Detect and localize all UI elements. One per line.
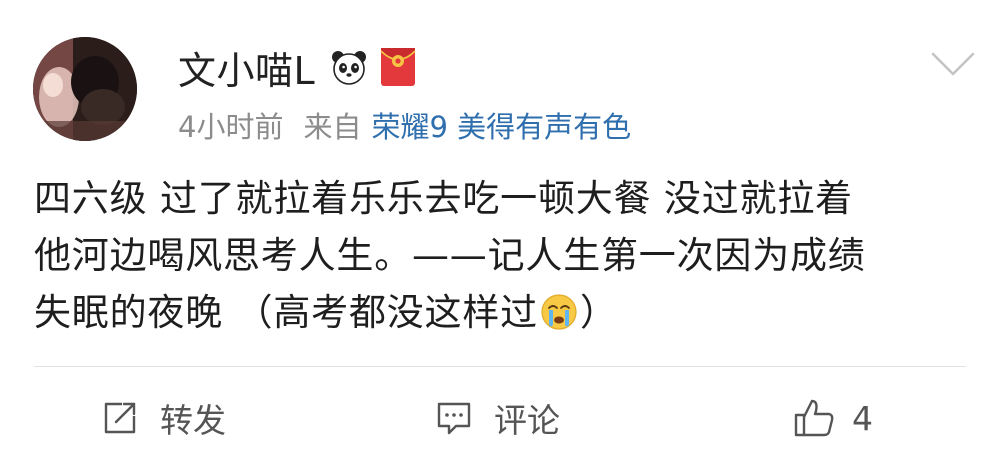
weibo-post: 文小喵L 4小时前 来自 荣耀9 美得有声有色 四六级 过了就拉着乐乐去吃一顿大… xyxy=(0,0,1000,459)
repost-button[interactable]: 转发 xyxy=(100,385,226,451)
thumbs-up-icon xyxy=(794,399,834,437)
post-content-line: 失眠的夜晚 （高考都没这样过 ） xyxy=(34,284,974,341)
username-row: 文小喵L xyxy=(178,40,417,94)
comment-icon xyxy=(437,402,471,435)
repost-icon xyxy=(104,402,136,434)
action-bar: 转发 评论 4 xyxy=(0,385,1000,451)
post-meta: 4小时前 来自 荣耀9 美得有声有色 xyxy=(178,103,631,147)
post-content-line: 他河边喝风思考人生。——记人生第一次因为成绩 xyxy=(34,234,866,277)
repost-label: 转发 xyxy=(160,401,226,440)
post-content-line-text: 失眠的夜晚 （高考都没这样过 xyxy=(34,291,538,334)
like-count: 4 xyxy=(852,398,873,438)
source-prefix: 来自 xyxy=(303,110,362,144)
avatar-image xyxy=(33,37,137,141)
avatar[interactable] xyxy=(33,37,137,141)
post-time: 4小时前 xyxy=(178,110,284,144)
red-packet-badge-icon[interactable] xyxy=(379,46,417,88)
divider xyxy=(34,366,966,367)
comment-button[interactable]: 评论 xyxy=(434,385,560,451)
post-content: 四六级 过了就拉着乐乐去吃一顿大餐 没过就拉着 他河边喝风思考人生。——记人生第… xyxy=(34,170,974,341)
chevron-down-icon[interactable] xyxy=(930,50,976,78)
source-device-link[interactable]: 荣耀9 美得有声有色 xyxy=(371,104,631,146)
panda-badge-icon[interactable] xyxy=(329,47,369,87)
comment-label: 评论 xyxy=(494,401,560,440)
username[interactable]: 文小喵L xyxy=(178,40,315,95)
like-button[interactable]: 4 xyxy=(792,385,873,451)
post-content-line: 四六级 过了就拉着乐乐去吃一顿大餐 没过就拉着 xyxy=(34,177,853,220)
post-content-line-tail: ） xyxy=(579,291,618,334)
crying-face-icon xyxy=(541,294,577,330)
